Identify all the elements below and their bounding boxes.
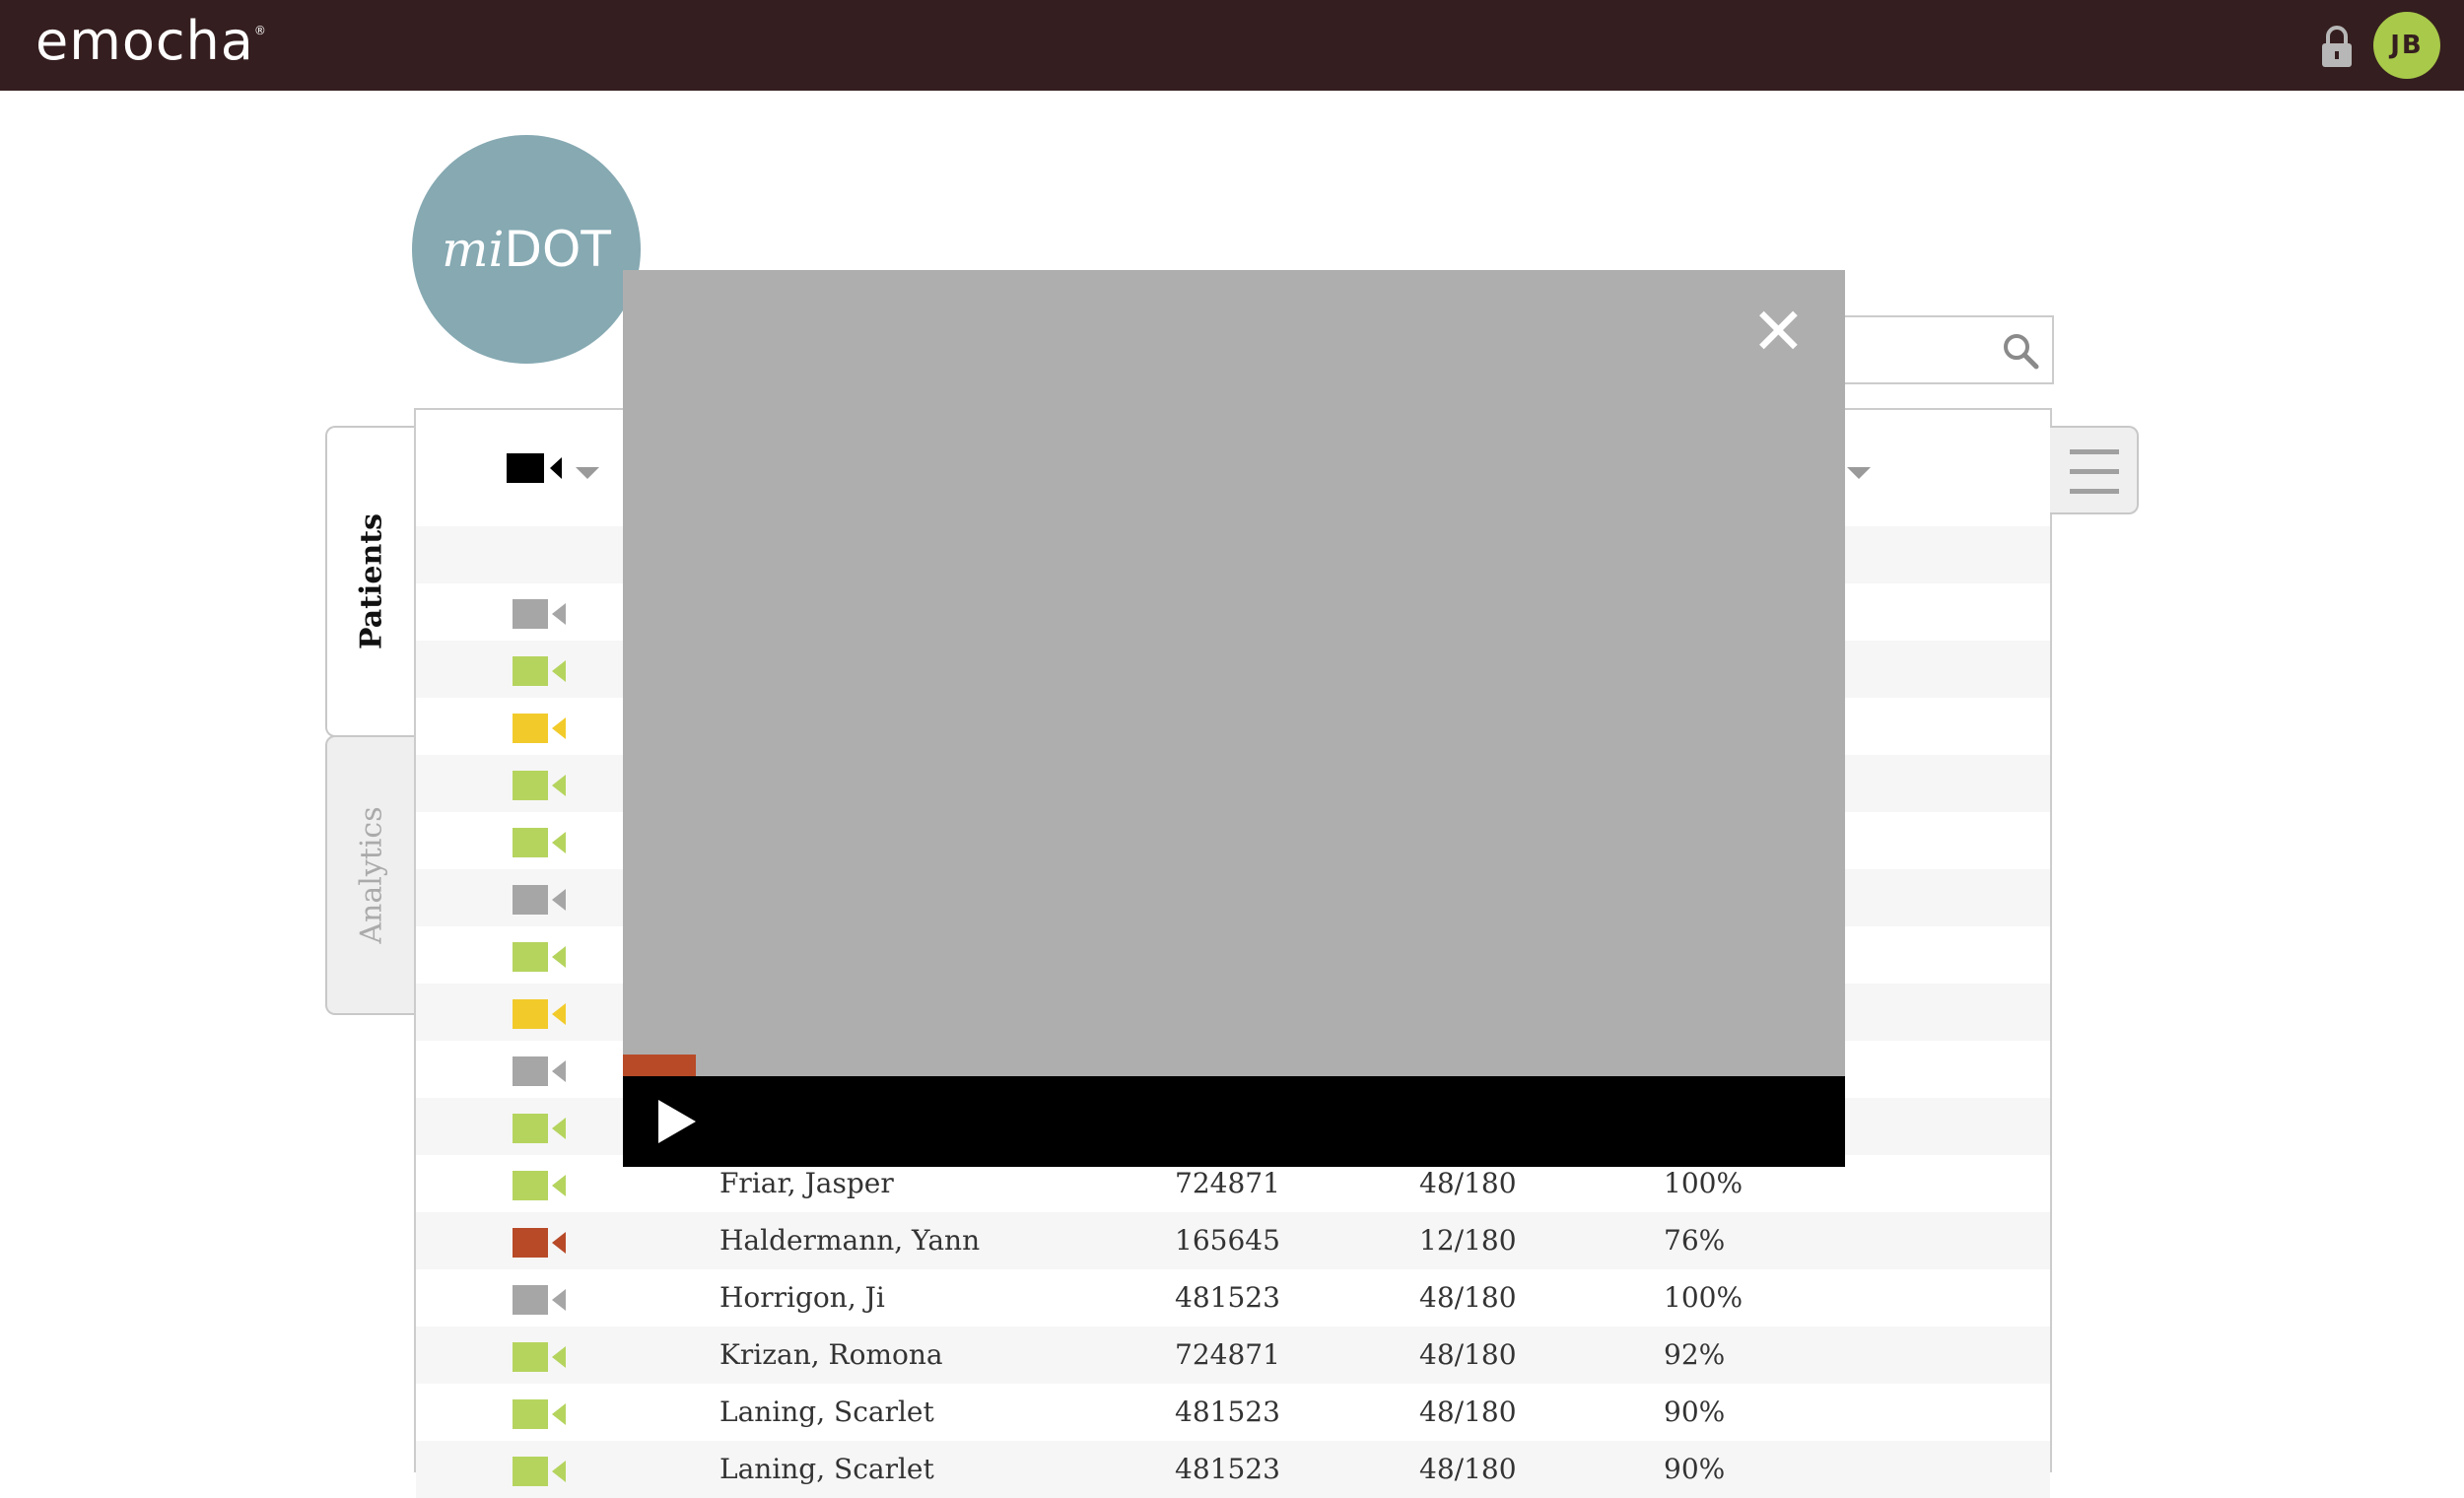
patient-id: 165645 — [1175, 1224, 1280, 1257]
adherence-percent: 100% — [1664, 1167, 1744, 1199]
video-status-icon[interactable] — [513, 656, 568, 686]
patient-id: 481523 — [1175, 1453, 1280, 1485]
video-status-icon[interactable] — [513, 771, 568, 800]
video-status-icon[interactable] — [513, 942, 568, 972]
video-status-icon[interactable] — [513, 1457, 568, 1486]
patient-id: 724871 — [1175, 1167, 1280, 1199]
dose-count: 12/180 — [1419, 1224, 1517, 1257]
video-status-icon[interactable] — [513, 885, 568, 915]
video-modal: ✕ — [623, 270, 1845, 1167]
patient-name: Laning, Scarlet — [719, 1396, 934, 1428]
dose-count: 48/180 — [1419, 1453, 1517, 1485]
table-row[interactable]: Laning, Scarlet 481523 48/180 90% — [416, 1384, 2050, 1441]
patient-name: Krizan, Romona — [719, 1338, 943, 1371]
adherence-percent: 90% — [1664, 1396, 1726, 1428]
video-status-icon[interactable] — [513, 828, 568, 857]
search-icon[interactable] — [2001, 331, 2040, 371]
top-bar: emocha® JB — [0, 0, 2464, 91]
patient-name: Laning, Scarlet — [719, 1453, 934, 1485]
adherence-percent: 76% — [1664, 1224, 1726, 1257]
video-status-icon[interactable] — [513, 1342, 568, 1372]
tab-analytics[interactable]: Analytics — [325, 735, 416, 1015]
video-status-icon[interactable] — [513, 1114, 568, 1143]
adherence-percent: 100% — [1664, 1281, 1744, 1314]
video-camera-icon — [507, 453, 562, 483]
patient-id: 724871 — [1175, 1338, 1280, 1371]
video-status-icon[interactable] — [513, 1285, 568, 1315]
video-status-icon[interactable] — [513, 599, 568, 629]
search-field[interactable] — [1833, 315, 2054, 384]
brand-logo[interactable]: emocha® — [35, 10, 267, 72]
patient-id: 481523 — [1175, 1281, 1280, 1314]
video-status-icon[interactable] — [513, 714, 568, 743]
patient-name: Friar, Jasper — [719, 1167, 894, 1199]
video-status-icon[interactable] — [513, 1171, 568, 1200]
close-icon[interactable]: ✕ — [1751, 300, 1806, 365]
dose-count: 48/180 — [1419, 1281, 1517, 1314]
adherence-percent: 92% — [1664, 1338, 1726, 1371]
column-dropdown-icon[interactable] — [1847, 467, 1871, 479]
table-row[interactable]: Haldermann, Yann 165645 12/180 76% — [416, 1212, 2050, 1269]
user-avatar[interactable]: JB — [2373, 12, 2440, 79]
sort-dropdown-icon[interactable] — [576, 467, 599, 479]
play-icon[interactable] — [658, 1100, 696, 1143]
menu-button[interactable] — [2050, 426, 2139, 514]
video-status-icon[interactable] — [513, 1056, 568, 1086]
table-row[interactable]: Horrigon, Ji 481523 48/180 100% — [416, 1269, 2050, 1327]
video-status-icon[interactable] — [513, 1228, 568, 1258]
patient-name: Haldermann, Yann — [719, 1224, 981, 1257]
patient-name: Horrigon, Ji — [719, 1281, 885, 1314]
video-controls — [623, 1076, 1845, 1167]
video-status-icon[interactable] — [513, 1399, 568, 1429]
hamburger-icon — [2070, 449, 2119, 454]
dose-count: 48/180 — [1419, 1396, 1517, 1428]
dose-count: 48/180 — [1419, 1338, 1517, 1371]
table-row[interactable]: Krizan, Romona 724871 48/180 92% — [416, 1327, 2050, 1384]
app-badge: miDOT — [412, 135, 641, 364]
video-status-icon[interactable] — [513, 999, 568, 1029]
dose-count: 48/180 — [1419, 1167, 1517, 1199]
table-row[interactable]: Laning, Scarlet 481523 48/180 90% — [416, 1441, 2050, 1498]
lock-icon[interactable] — [2320, 26, 2354, 67]
video-progress-bar[interactable] — [623, 1055, 697, 1076]
tab-patients[interactable]: Patients — [325, 426, 416, 737]
patient-id: 481523 — [1175, 1396, 1280, 1428]
adherence-percent: 90% — [1664, 1453, 1726, 1485]
